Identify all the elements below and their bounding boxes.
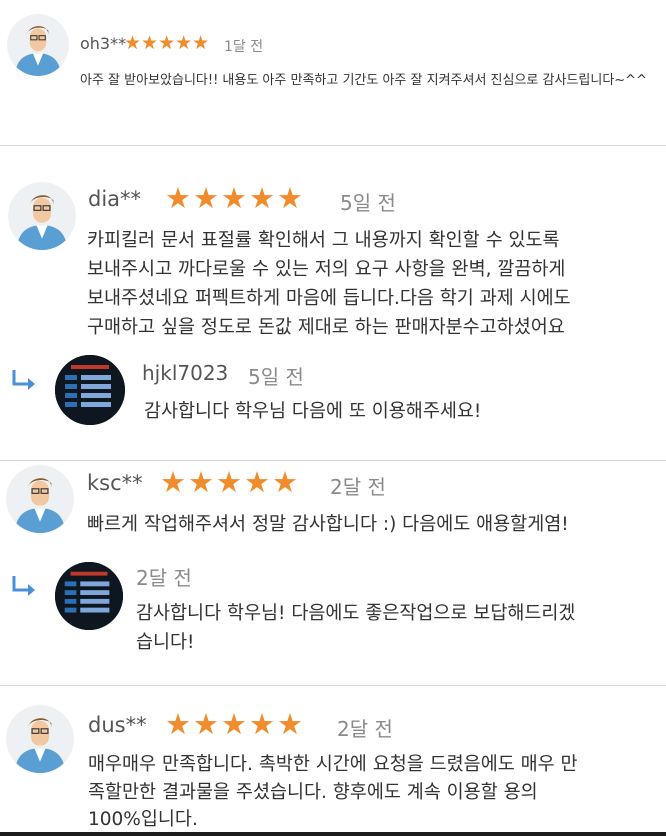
reply-author: hjkl7023 — [142, 361, 229, 385]
reply-arrow-icon — [12, 576, 35, 596]
reply-arrow-icon — [12, 370, 35, 390]
review-text-line: 족할만한 결과물을 주셨습니다. 향후에도 계속 이용할 용의 — [88, 782, 538, 803]
rating-stars: ★★★★★ — [160, 465, 300, 499]
user-avatar-icon — [8, 182, 76, 250]
review-author: oh3** — [80, 34, 127, 53]
rating-stars: ★★★★★ — [124, 32, 210, 54]
review-date: 2달 전 — [337, 717, 393, 741]
review-text-line: 100%입니다. — [88, 809, 198, 830]
review-divider — [0, 145, 666, 146]
reply-text-line: 감사합니다 학우님 다음에 또 이용해주세요! — [144, 401, 482, 422]
review-date: 2달 전 — [330, 475, 386, 499]
review-list: oh3** ★★★★★ 1달 전 아주 잘 받아보았습니다!! 내용도 아주 만… — [0, 0, 666, 836]
review-divider — [0, 460, 666, 461]
review-divider — [0, 685, 666, 686]
review-author: ksc** — [87, 471, 143, 495]
user-avatar-icon — [6, 705, 74, 773]
review-text-line: 빠르게 작업해주셔서 정말 감사합니다 :) 다음에도 애용할게염! — [87, 514, 569, 535]
review-text-line: 카피킬러 문서 표절률 확인해서 그 내용까지 확인할 수 있도록 — [87, 230, 560, 251]
review-author: dus** — [88, 713, 147, 737]
bottom-edge-bar — [0, 832, 666, 836]
rating-stars: ★★★★★ — [165, 707, 305, 741]
review-text-line: 보내주셨네요 퍼펙트하게 마음에 듭니다.다음 학기 과제 시에도 — [87, 288, 571, 309]
user-avatar-icon — [6, 465, 74, 533]
review-author: dia** — [88, 187, 142, 211]
rating-stars: ★★★★★ — [165, 181, 305, 215]
reply-date: 2달 전 — [136, 566, 192, 590]
reply-text-line: 감사합니다 학우님! 다음에도 좋은작업으로 보답해드리겠 — [136, 603, 576, 624]
seller-avatar-icon — [55, 562, 123, 630]
reply-date: 5일 전 — [248, 365, 304, 389]
review-text-line: 구매하고 싶을 정도로 돈값 제대로 하는 판매자분수고하셨어요 — [87, 317, 565, 338]
review-date: 1달 전 — [224, 39, 264, 55]
seller-avatar-icon — [55, 355, 125, 425]
review-date: 5일 전 — [340, 191, 396, 215]
review-text-line: 보내주시고 까다로울 수 있는 저의 요구 사항을 완벽, 깔끔하게 — [87, 259, 566, 280]
user-avatar-icon — [7, 14, 69, 76]
review-text-line: 매우매우 만족합니다. 촉박한 시간에 요청을 드렸음에도 매우 만 — [88, 754, 578, 775]
reply-text-line: 습니다! — [136, 632, 195, 653]
review-text-line: 아주 잘 받아보았습니다!! 내용도 아주 만족하고 기간도 아주 잘 지켜주셔… — [80, 73, 647, 88]
